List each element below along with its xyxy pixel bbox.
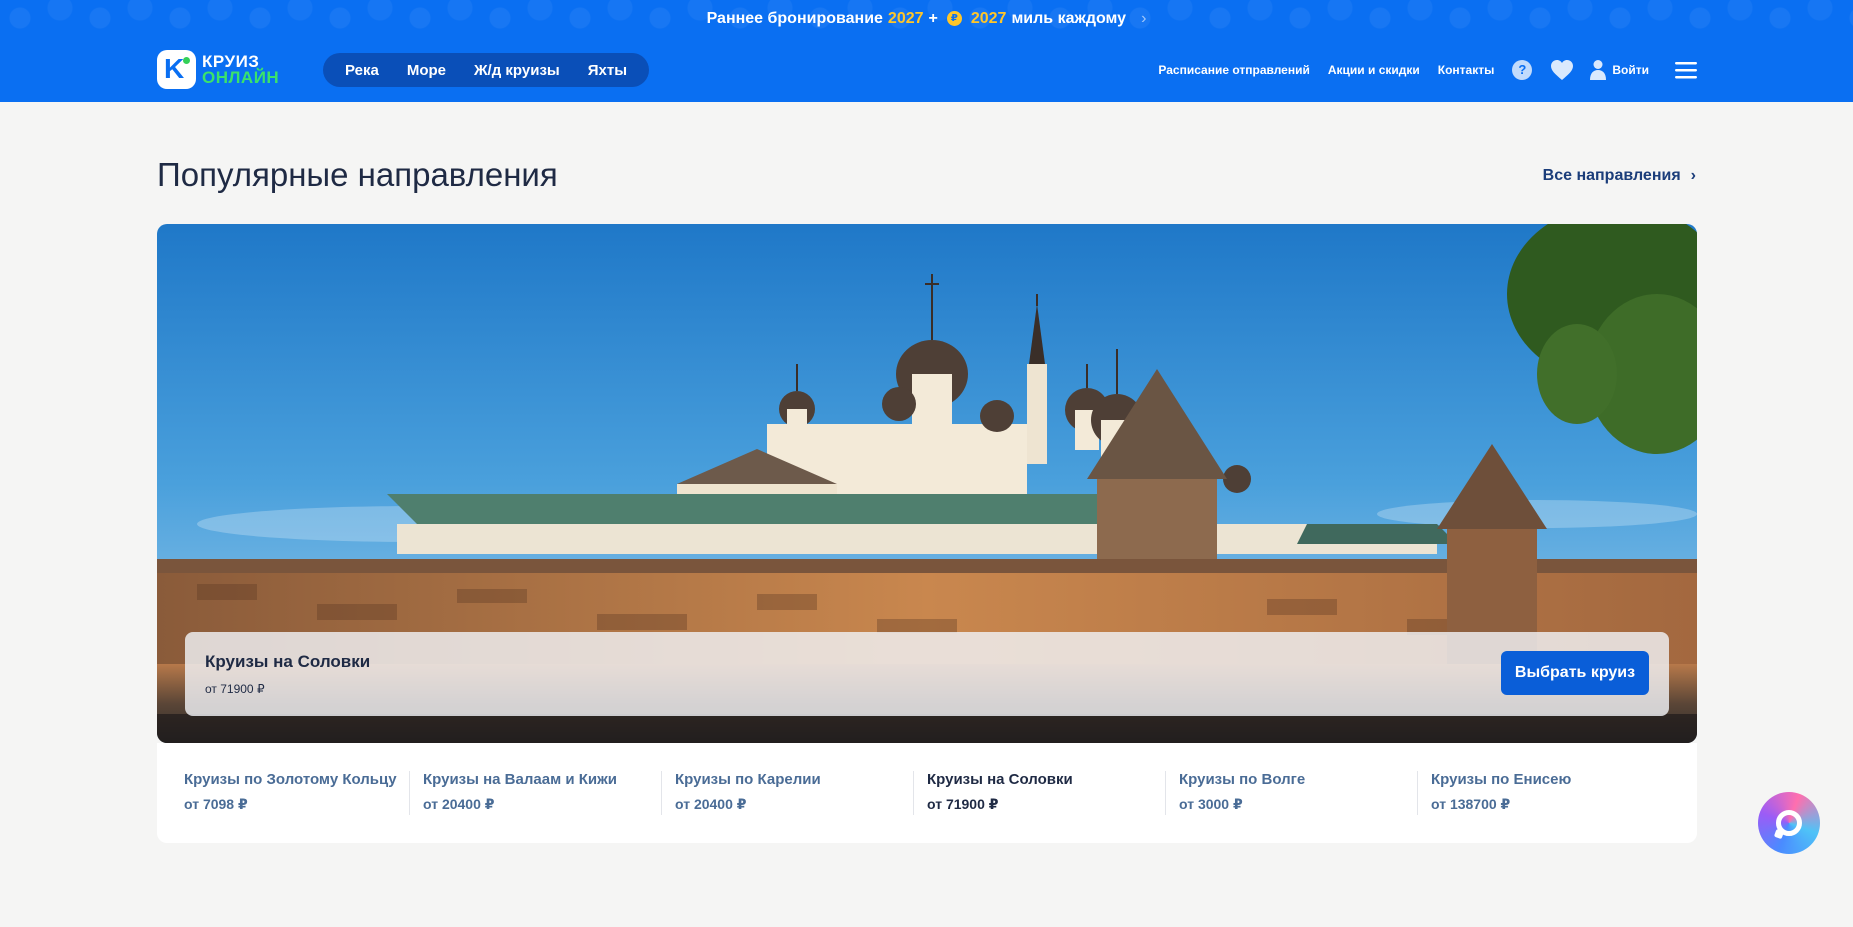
destination-valaam-kizhi[interactable]: Круизы на Валаам и Кижи от 20400 ₽ — [409, 771, 661, 815]
destination-price: от 3000 ₽ — [1179, 796, 1243, 812]
burger-menu-icon[interactable] — [1675, 61, 1697, 79]
chat-bubble-tail — [1773, 828, 1785, 840]
chevron-right-icon: › — [1141, 9, 1147, 27]
hero-info-card: Круизы на Соловки от 71900 ₽ Выбрать кру… — [185, 632, 1669, 716]
promo-text-after: миль каждому — [1011, 9, 1127, 27]
logo[interactable]: K КРУИЗ ОНЛАЙН — [157, 50, 279, 89]
nav-schedule-link[interactable]: Расписание отправлений — [1158, 63, 1309, 77]
logo-line-2: ОНЛАЙН — [202, 67, 280, 87]
destination-golden-ring[interactable]: Круизы по Золотому Кольцу от 7098 ₽ — [157, 771, 409, 815]
page-title: Популярные направления — [157, 156, 558, 193]
hero-banner[interactable]: Круизы на Соловки от 71900 ₽ Выбрать кру… — [157, 224, 1697, 743]
heart-icon[interactable] — [1550, 59, 1574, 81]
destinations-list: Круизы по Золотому Кольцу от 7098 ₽ Круи… — [157, 743, 1697, 843]
chevron-right-icon: › — [1690, 167, 1696, 184]
destination-yenisei[interactable]: Круизы по Енисею от 138700 ₽ — [1417, 771, 1669, 815]
promo-plus: + — [928, 9, 938, 27]
choose-cruise-button[interactable]: Выбрать круиз — [1501, 651, 1649, 695]
login-button[interactable]: Войти — [1590, 59, 1649, 81]
destination-name: Круизы на Валаам и Кижи — [423, 771, 617, 788]
logo-mark-icon: K — [157, 50, 196, 89]
logo-dot — [183, 57, 190, 64]
destination-price: от 7098 ₽ — [184, 796, 248, 812]
destination-volga[interactable]: Круизы по Волге от 3000 ₽ — [1165, 771, 1417, 815]
help-icon[interactable]: ? — [1512, 59, 1533, 80]
destination-price: от 138700 ₽ — [1431, 796, 1511, 812]
destination-name: Круизы на Соловки — [927, 771, 1073, 788]
tab-rail[interactable]: Ж/д круизы — [460, 62, 574, 79]
all-destinations-label: Все направления — [1542, 167, 1681, 184]
coin-icon: ₽ — [946, 11, 962, 26]
nav-contacts-link[interactable]: Контакты — [1438, 63, 1495, 77]
user-icon — [1590, 59, 1607, 80]
site-header: K КРУИЗ ОНЛАЙН Река Море Ж/д круизы Яхты… — [0, 37, 1853, 102]
logo-mark-letter: K — [164, 53, 185, 84]
destination-name: Круизы по Волге — [1179, 771, 1306, 788]
promo-link[interactable]: Раннее бронирование 2027 + ₽2027 миль ка… — [707, 10, 1147, 28]
destination-price: от 20400 ₽ — [423, 796, 495, 812]
chat-icon[interactable] — [1758, 792, 1820, 854]
tab-river[interactable]: Река — [331, 62, 393, 79]
all-destinations-link[interactable]: Все направления › — [1543, 167, 1696, 185]
logo-text: КРУИЗ ОНЛАЙН — [202, 53, 280, 87]
nav-promos-link[interactable]: Акции и скидки — [1328, 63, 1420, 77]
cruise-type-tabs: Река Море Ж/д круизы Яхты — [323, 53, 649, 87]
hero-title: Круизы на Соловки — [205, 652, 371, 671]
login-label: Войти — [1612, 62, 1649, 77]
destination-price: от 71900 ₽ — [927, 796, 999, 812]
promo-banner[interactable]: Раннее бронирование 2027 + ₽2027 миль ка… — [0, 0, 1853, 37]
tab-sea[interactable]: Море — [393, 62, 460, 79]
destination-solovki[interactable]: Круизы на Соловки от 71900 ₽ — [913, 771, 1165, 815]
destination-name: Круизы по Енисею — [1431, 771, 1572, 788]
promo-text-before: Раннее бронирование — [706, 9, 883, 27]
destination-name: Круизы по Золотому Кольцу — [184, 771, 397, 788]
promo-year-2: 2027 — [970, 9, 1007, 27]
destination-name: Круизы по Карелии — [675, 771, 821, 788]
destination-karelia[interactable]: Круизы по Карелии от 20400 ₽ — [661, 771, 913, 815]
top-navigation: Расписание отправлений Акции и скидки Ко… — [1158, 37, 1853, 102]
tab-yachts[interactable]: Яхты — [574, 62, 641, 79]
hero-price: от 71900 ₽ — [205, 682, 265, 696]
promo-year-1: 2027 — [887, 9, 924, 27]
destination-price: от 20400 ₽ — [675, 796, 747, 812]
